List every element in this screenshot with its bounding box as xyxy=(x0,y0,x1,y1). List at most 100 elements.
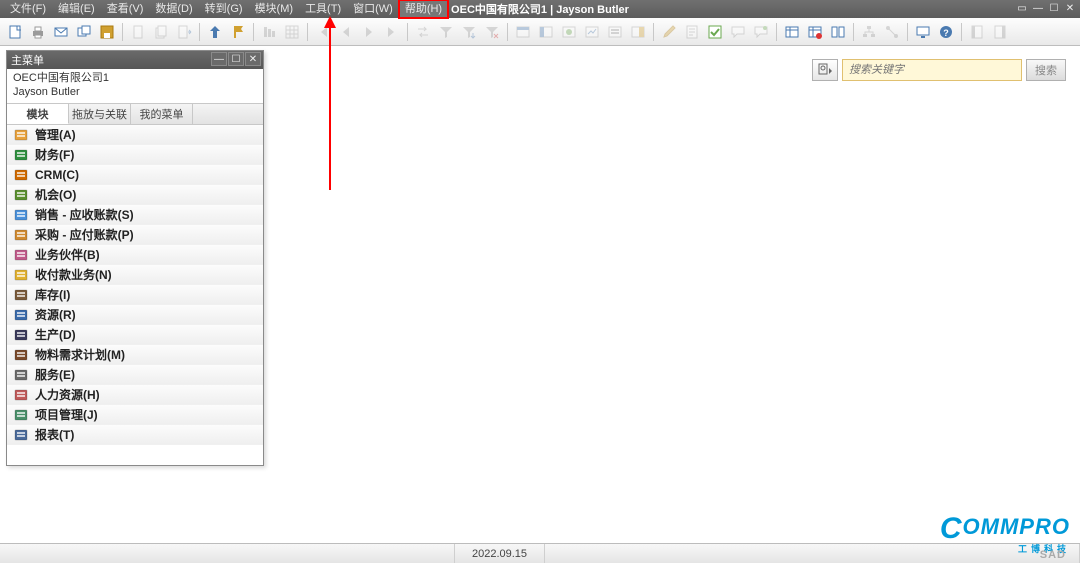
module-label: 库存(I) xyxy=(35,286,70,303)
toolbar-table-red-icon[interactable] xyxy=(804,21,826,43)
tab-mymenu[interactable]: 我的菜单 xyxy=(131,104,193,124)
toolbar-separator xyxy=(773,21,780,43)
module-report[interactable]: 报表(T) xyxy=(7,425,263,445)
module-sales[interactable]: 销售 - 应收账款(S) xyxy=(7,205,263,225)
toolbar-form-f-icon xyxy=(627,21,649,43)
search-button[interactable]: 搜索 xyxy=(1026,59,1066,81)
toolbar-form-b-icon xyxy=(535,21,557,43)
toolbar-org-icon xyxy=(858,21,880,43)
module-finance[interactable]: 财务(F) xyxy=(7,145,263,165)
module-label: 项目管理(J) xyxy=(35,406,98,423)
toolbar-form-c-icon xyxy=(558,21,580,43)
menu-window[interactable]: 窗口(W) xyxy=(347,0,399,18)
module-crm[interactable]: CRM(C) xyxy=(7,165,263,185)
search-scope-dropdown[interactable] xyxy=(812,59,838,81)
toolbar-book2-icon xyxy=(989,21,1011,43)
panel-minimize-icon[interactable]: — xyxy=(211,52,227,66)
panel-info: OEC中国有限公司1 Jayson Butler xyxy=(7,69,263,103)
tab-dragdrop[interactable]: 拖放与关联 xyxy=(69,104,131,124)
module-label: 采购 - 应付账款(P) xyxy=(35,226,134,243)
module-label: 服务(E) xyxy=(35,366,75,383)
window-maximize-icon[interactable]: ☐ xyxy=(1046,1,1062,15)
payment-icon xyxy=(13,267,29,283)
module-inventory[interactable]: 库存(I) xyxy=(7,285,263,305)
module-production[interactable]: 生产(D) xyxy=(7,325,263,345)
module-payment[interactable]: 收付款业务(N) xyxy=(7,265,263,285)
toolbar-print-icon[interactable] xyxy=(27,21,49,43)
annotation-arrow xyxy=(329,18,331,190)
menu-goto[interactable]: 转到(G) xyxy=(199,0,249,18)
toolbar-form-e-icon xyxy=(604,21,626,43)
menu-edit[interactable]: 编辑(E) xyxy=(52,0,101,18)
toolbar-orange-flag-icon[interactable] xyxy=(227,21,249,43)
toolbar-mail-icon[interactable] xyxy=(50,21,72,43)
main-toolbar: ? xyxy=(0,18,1080,46)
toolbar-link-window-icon[interactable] xyxy=(73,21,95,43)
toolbar-separator xyxy=(304,21,311,43)
module-admin[interactable]: 管理(A) xyxy=(7,125,263,145)
module-purchase[interactable]: 采购 - 应付账款(P) xyxy=(7,225,263,245)
toolbar-pencil-icon xyxy=(658,21,680,43)
toolbar-table-icon[interactable] xyxy=(781,21,803,43)
module-partner[interactable]: 业务伙伴(B) xyxy=(7,245,263,265)
project-icon xyxy=(13,407,29,423)
panel-close-icon[interactable]: ✕ xyxy=(245,52,261,66)
opportunity-icon xyxy=(13,187,29,203)
menu-help[interactable]: 帮助(H) xyxy=(399,0,448,18)
crm-icon xyxy=(13,167,29,183)
panel-company: OEC中国有限公司1 xyxy=(13,71,257,85)
tab-modules[interactable]: 模块 xyxy=(7,104,69,124)
search-input[interactable] xyxy=(842,59,1022,81)
window-close-icon[interactable]: ✕ xyxy=(1062,1,1078,15)
menu-file[interactable]: 文件(F) xyxy=(4,0,52,18)
toolbar-grid-icon xyxy=(281,21,303,43)
toolbar-chat-icon xyxy=(727,21,749,43)
module-label: 销售 - 应收账款(S) xyxy=(35,206,134,223)
module-resource[interactable]: 资源(R) xyxy=(7,305,263,325)
module-service[interactable]: 服务(E) xyxy=(7,365,263,385)
window-restore-icon[interactable]: ▭ xyxy=(1014,1,1030,15)
menu-view[interactable]: 查看(V) xyxy=(101,0,150,18)
module-hr[interactable]: 人力资源(H) xyxy=(7,385,263,405)
finance-icon xyxy=(13,147,29,163)
toolbar-save-yellow-icon[interactable] xyxy=(96,21,118,43)
toolbar-blue-up-icon[interactable] xyxy=(204,21,226,43)
module-label: 物料需求计划(M) xyxy=(35,346,125,363)
toolbar-screen-icon[interactable] xyxy=(912,21,934,43)
toolbar-bars-icon xyxy=(258,21,280,43)
toolbar-next-icon xyxy=(358,21,380,43)
panel-tabs: 模块 拖放与关联 我的菜单 xyxy=(7,103,263,125)
toolbar-separator xyxy=(504,21,511,43)
main-menu-panel: 主菜单 — ☐ ✕ OEC中国有限公司1 Jayson Butler 模块 拖放… xyxy=(6,50,264,466)
toolbar-separator xyxy=(850,21,857,43)
toolbar-green-check-icon[interactable] xyxy=(704,21,726,43)
module-project[interactable]: 项目管理(J) xyxy=(7,405,263,425)
toolbar-help-blue-icon[interactable]: ? xyxy=(935,21,957,43)
menu-bar: 文件(F) 编辑(E) 查看(V) 数据(D) 转到(G) 模块(M) 工具(T… xyxy=(0,0,1080,18)
menu-modules[interactable]: 模块(M) xyxy=(249,0,300,18)
mrp-icon xyxy=(13,347,29,363)
panel-maximize-icon[interactable]: ☐ xyxy=(228,52,244,66)
module-tree[interactable]: 管理(A)财务(F) CRM(C)机会(O) 销售 - 应收账款(S) 采购 - 应付… xyxy=(7,125,263,465)
toolbar-doc-plain-icon xyxy=(127,21,149,43)
menu-data[interactable]: 数据(D) xyxy=(149,0,198,18)
svg-text:?: ? xyxy=(943,28,949,38)
toolbar-form-a-icon xyxy=(512,21,534,43)
toolbar-last-icon xyxy=(381,21,403,43)
inventory-icon xyxy=(13,287,29,303)
toolbar-note-icon xyxy=(681,21,703,43)
panel-titlebar: 主菜单 — ☐ ✕ xyxy=(7,51,263,69)
admin-icon xyxy=(13,127,29,143)
toolbar-swap-icon xyxy=(412,21,434,43)
module-mrp[interactable]: 物料需求计划(M) xyxy=(7,345,263,365)
toolbar-doc-arrow-icon xyxy=(173,21,195,43)
window-minimize-icon[interactable]: — xyxy=(1030,1,1046,15)
toolbar-table-split-icon[interactable] xyxy=(827,21,849,43)
toolbar-new-doc-icon[interactable] xyxy=(4,21,26,43)
module-label: 机会(O) xyxy=(35,186,76,203)
module-label: 资源(R) xyxy=(35,306,76,323)
module-opportunity[interactable]: 机会(O) xyxy=(7,185,263,205)
module-label: 财务(F) xyxy=(35,146,74,163)
module-label: 收付款业务(N) xyxy=(35,266,112,283)
toolbar-separator xyxy=(404,21,411,43)
